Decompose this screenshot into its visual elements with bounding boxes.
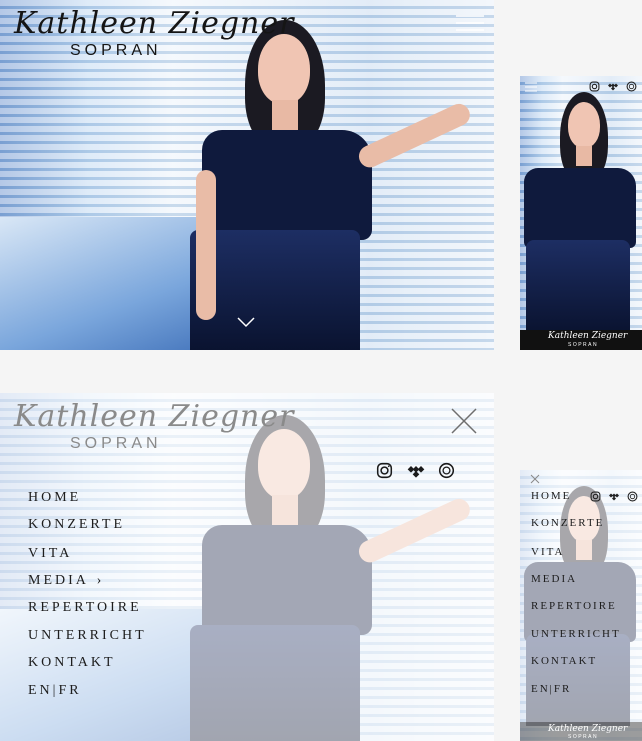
mobile-menu-icon[interactable] bbox=[524, 82, 538, 92]
nav-item-vita[interactable]: VITA bbox=[28, 546, 72, 562]
spotify-icon[interactable] bbox=[438, 462, 455, 479]
mobile-nav-item-repertoire[interactable]: REPERTOIRE bbox=[531, 600, 617, 612]
nav-item-media[interactable]: MEDIA › bbox=[28, 573, 104, 589]
mobile-nav-item-home[interactable]: HOME bbox=[531, 490, 571, 502]
nav-item-kontakt[interactable]: KONTAKT bbox=[28, 655, 116, 671]
desktop-hero-panel: Kathleen Ziegner SOPRAN bbox=[0, 0, 494, 350]
mobile-logo-subtitle: SOPRAN bbox=[568, 342, 599, 348]
chevron-down-icon[interactable] bbox=[236, 316, 256, 328]
mobile-nav-item-kontakt[interactable]: KONTAKT bbox=[531, 655, 597, 667]
tidal-icon[interactable] bbox=[406, 464, 426, 478]
nav-item-media-label: MEDIA bbox=[28, 573, 89, 588]
mobile-nav-item-media[interactable]: MEDIA bbox=[531, 573, 577, 585]
mobile-menu-logo[interactable]: Kathleen Ziegner bbox=[548, 724, 627, 734]
mobile-singer-photo bbox=[520, 92, 642, 332]
menu-icon[interactable] bbox=[454, 12, 486, 34]
mobile-nav-item-language[interactable]: EN|FR bbox=[531, 683, 571, 695]
tidal-icon[interactable] bbox=[607, 82, 619, 91]
close-icon[interactable] bbox=[530, 474, 540, 484]
logo-subtitle: SOPRAN bbox=[70, 42, 162, 59]
nav-item-konzerte[interactable]: KONZERTE bbox=[28, 517, 125, 533]
instagram-icon[interactable] bbox=[589, 81, 600, 92]
logo[interactable]: Kathleen Ziegner bbox=[14, 6, 294, 41]
mobile-menu-logo-subtitle: SOPRAN bbox=[568, 734, 599, 740]
close-icon[interactable] bbox=[450, 407, 478, 435]
chevron-right-icon: › bbox=[96, 573, 105, 588]
tidal-icon[interactable] bbox=[608, 492, 620, 501]
mobile-nav-item-konzerte[interactable]: KONZERTE bbox=[531, 517, 604, 529]
instagram-icon[interactable] bbox=[590, 491, 601, 502]
mobile-nav-item-unterricht[interactable]: UNTERRICHT bbox=[531, 628, 621, 640]
nav-item-home[interactable]: HOME bbox=[28, 490, 81, 506]
mobile-hero-panel: Kathleen Ziegner SOPRAN bbox=[520, 76, 642, 350]
mobile-nav-item-vita[interactable]: VITA bbox=[531, 546, 564, 558]
nav-item-repertoire[interactable]: REPERTOIRE bbox=[28, 600, 142, 616]
spotify-icon[interactable] bbox=[627, 491, 638, 502]
menu-logo-subtitle: SOPRAN bbox=[70, 435, 162, 452]
menu-logo[interactable]: Kathleen Ziegner bbox=[14, 399, 294, 434]
singer-photo bbox=[190, 20, 490, 350]
desktop-menu-panel: Kathleen Ziegner SOPRAN HOME KONZERTE VI… bbox=[0, 393, 494, 741]
mobile-menu-panel: HOME KONZERTE VITA MEDIA REPERTOIRE UNTE… bbox=[520, 470, 642, 741]
spotify-icon[interactable] bbox=[626, 81, 637, 92]
instagram-icon[interactable] bbox=[376, 462, 393, 479]
nav-item-language[interactable]: EN|FR bbox=[28, 683, 82, 699]
mobile-logo[interactable]: Kathleen Ziegner bbox=[548, 331, 627, 341]
nav-item-unterricht[interactable]: UNTERRICHT bbox=[28, 628, 147, 644]
